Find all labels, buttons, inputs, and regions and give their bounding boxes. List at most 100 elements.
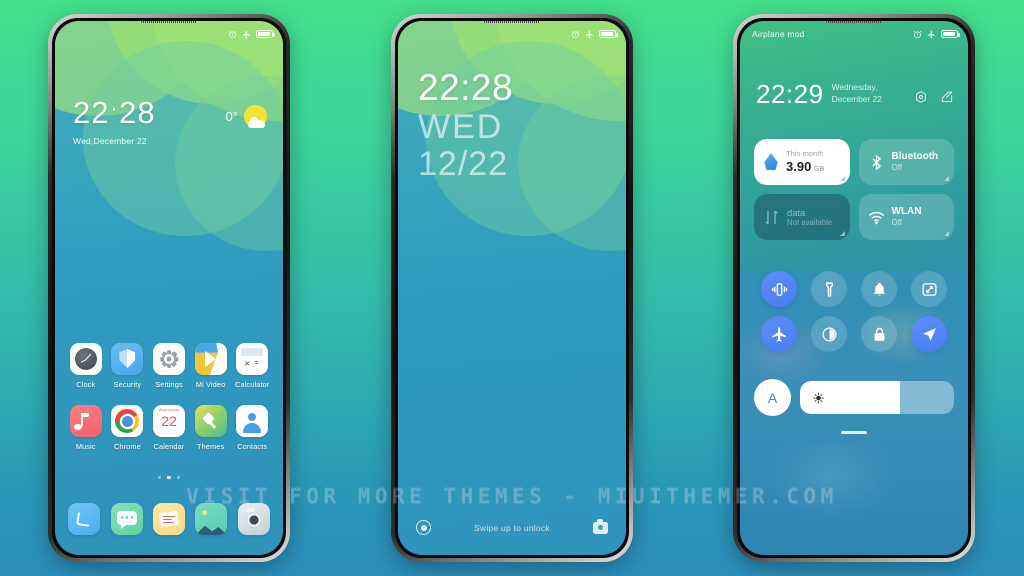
bluetooth-icon	[871, 154, 881, 170]
expand-corner-icon[interactable]	[944, 176, 949, 181]
ringer-toggle[interactable]	[861, 271, 897, 307]
tile-status: Not available	[787, 217, 833, 227]
tile-title: data	[787, 206, 806, 218]
tile-status: Off	[891, 218, 903, 228]
app-label: Calculator	[235, 380, 270, 389]
tile-caption: This month	[786, 149, 824, 159]
status-bar	[55, 21, 283, 47]
phone-bezel: 22:28 WED 12/22 Swipe up to unlock	[395, 18, 629, 558]
app-label: Music	[75, 442, 96, 451]
date-line-2: December 22	[831, 93, 882, 104]
airplane-icon	[927, 30, 935, 38]
status-bar-left-text: Airplane mod	[752, 29, 805, 39]
alarm-icon	[228, 30, 237, 38]
dock	[63, 503, 275, 535]
tile-value: 3.90	[786, 158, 812, 174]
alarm-icon	[913, 30, 922, 38]
airplane-toggle[interactable]	[761, 316, 797, 352]
page-dot-active[interactable]	[167, 475, 171, 479]
calculator-icon: ✕ =	[236, 343, 269, 375]
gallery-app[interactable]	[195, 503, 228, 535]
edit-icon[interactable]	[940, 90, 954, 104]
screen-home: 22·28 Wed,December 22 0° Clock Security	[55, 21, 283, 555]
flashlight-icon	[825, 281, 833, 297]
status-bar	[398, 21, 626, 47]
app-label: Themes	[196, 442, 225, 451]
brightness-sun-icon	[813, 392, 824, 403]
airplane-icon	[585, 30, 593, 38]
app-settings[interactable]: Settings	[148, 343, 190, 389]
app-label: Settings	[155, 380, 183, 389]
paintbrush-icon	[194, 405, 227, 437]
control-center-header: 22:29 Wednesday, December 22	[756, 81, 954, 107]
music-note-icon	[69, 405, 102, 437]
app-music[interactable]: Music	[65, 405, 107, 451]
app-clock[interactable]: Clock	[65, 343, 107, 389]
brightness-slider[interactable]	[800, 381, 954, 414]
app-label: Mi Video	[195, 380, 226, 389]
app-contacts[interactable]: Contacts	[231, 405, 273, 451]
app-themes[interactable]: Themes	[190, 405, 232, 451]
app-security[interactable]: Security	[107, 343, 149, 389]
contrast-icon	[821, 326, 837, 342]
airplane-icon	[242, 30, 250, 38]
expand-corner-icon[interactable]	[839, 176, 845, 181]
app-calculator[interactable]: ✕ = Calculator	[231, 343, 273, 389]
toggle-grid	[754, 271, 954, 352]
control-center-time: 22:29	[756, 79, 824, 109]
record-circle-icon[interactable]	[416, 520, 431, 535]
app-grid: Clock Security Settings Mi Video ✕ = Cal…	[65, 343, 273, 451]
bluetooth-tile[interactable]: Bluetooth Off	[858, 139, 954, 185]
auto-brightness-button[interactable]: A	[754, 379, 791, 416]
phone-app[interactable]	[68, 503, 101, 535]
page-dot[interactable]	[176, 475, 181, 479]
mobile-data-tile[interactable]: data Not available	[754, 194, 850, 240]
camera-app[interactable]	[237, 503, 270, 535]
sun-behind-cloud-icon	[244, 105, 267, 128]
location-arrow-icon	[922, 327, 936, 341]
shield-icon	[111, 343, 144, 375]
play-icon	[194, 343, 227, 375]
date-line-1: Wednesday,	[831, 82, 878, 93]
dark-mode-toggle[interactable]	[811, 316, 847, 352]
settings-hex-icon[interactable]	[914, 90, 928, 104]
screenshot-toggle[interactable]	[911, 271, 947, 307]
wlan-tile[interactable]: WLAN Off	[858, 194, 954, 240]
drag-handle[interactable]	[841, 431, 867, 434]
notes-app[interactable]	[152, 503, 185, 535]
battery-icon	[941, 29, 960, 39]
flashlight-toggle[interactable]	[811, 271, 847, 307]
screen-control-center: Airplane mod 22:29 Wednesday, December 2…	[740, 21, 968, 555]
wifi-icon	[868, 211, 884, 224]
app-label: Calendar	[153, 442, 185, 451]
screenshot-icon	[921, 282, 937, 296]
screen-lock: 22:28 WED 12/22 Swipe up to unlock	[398, 21, 626, 555]
home-clock-widget[interactable]: 22·28 Wed,December 22	[73, 97, 156, 146]
data-usage-tile[interactable]: This month 3.90 GB	[754, 139, 850, 185]
location-toggle[interactable]	[911, 316, 947, 352]
page-dot[interactable]	[157, 475, 162, 479]
expand-corner-icon[interactable]	[944, 231, 949, 236]
battery-icon	[256, 29, 275, 39]
weather-widget[interactable]: 0°	[226, 105, 267, 128]
phone-control-center: Airplane mod 22:29 Wednesday, December 2…	[733, 14, 975, 562]
lock-toggle[interactable]	[861, 316, 897, 352]
page-indicator	[55, 475, 283, 479]
app-chrome[interactable]: Chrome	[107, 405, 149, 451]
lockscreen-bottom-bar: Swipe up to unlock	[398, 519, 626, 535]
water-drop-icon	[764, 153, 778, 170]
bell-icon	[873, 282, 885, 296]
status-bar: Airplane mod	[740, 21, 968, 47]
person-icon	[236, 405, 269, 437]
messages-app[interactable]	[110, 503, 143, 535]
expand-corner-icon[interactable]	[839, 231, 845, 236]
tile-title: Bluetooth	[891, 151, 939, 163]
vibrate-toggle[interactable]	[761, 271, 797, 307]
app-calendar[interactable]: Wednesday 22 Calendar	[148, 405, 190, 451]
camera-icon[interactable]	[592, 519, 608, 534]
app-label: Contacts	[237, 442, 268, 451]
clock-icon	[69, 343, 102, 375]
app-mi-video[interactable]: Mi Video	[190, 343, 232, 389]
brightness-row: A	[754, 379, 954, 416]
app-label: Chrome	[113, 442, 141, 451]
